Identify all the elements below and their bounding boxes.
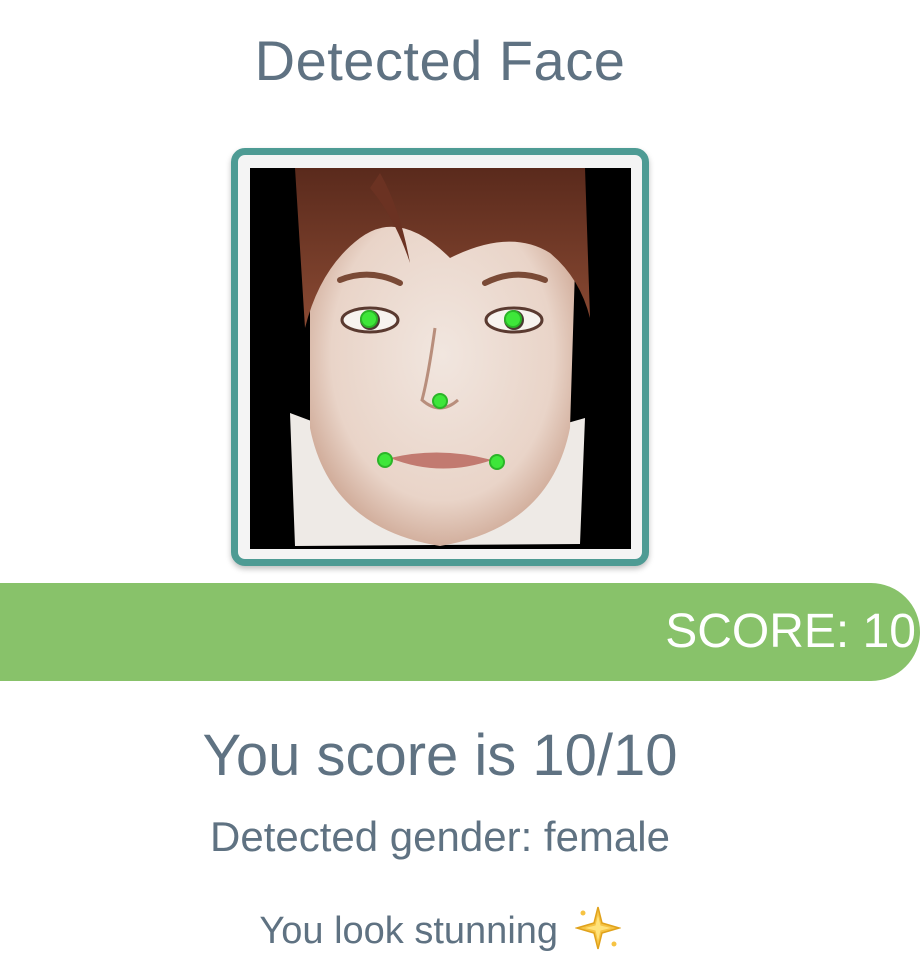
- landmark-mouth-left: [377, 452, 393, 468]
- result-message-text: You look stunning: [259, 910, 559, 952]
- landmark-right-eye: [504, 310, 522, 328]
- score-label: SCORE: 10: [665, 605, 916, 658]
- result-message: You look stunning: [0, 905, 880, 961]
- landmark-nose: [432, 393, 448, 409]
- score-result-text: You score is 10/10: [202, 723, 678, 788]
- landmark-mouth-right: [489, 454, 505, 470]
- page-title: Detected Face: [254, 29, 626, 92]
- detected-gender-text: Detected gender: female: [210, 813, 670, 860]
- sparkle-icon: [573, 905, 622, 961]
- score-bar: SCORE: 10: [0, 583, 920, 681]
- detected-face-image: [250, 168, 631, 549]
- detected-face-frame: [231, 148, 649, 566]
- landmark-left-eye: [360, 310, 378, 328]
